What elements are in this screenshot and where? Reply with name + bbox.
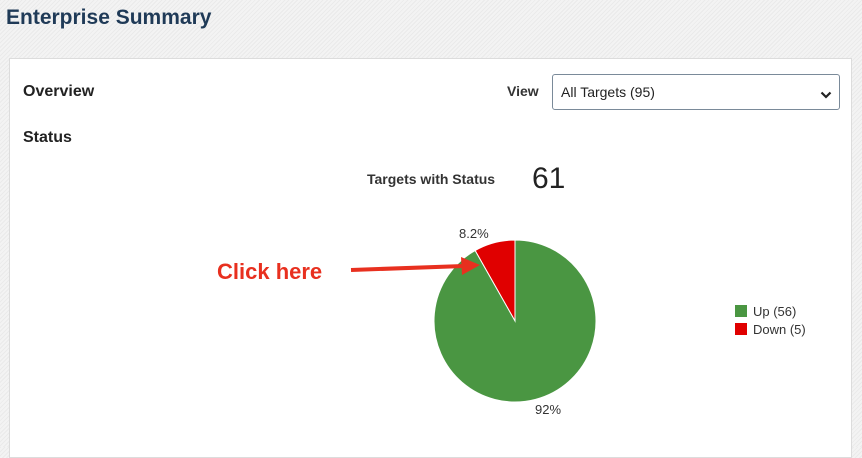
legend-swatch-down (735, 323, 747, 335)
legend-swatch-up (735, 305, 747, 317)
pie-slice-label-down: 8.2% (459, 226, 489, 241)
chart-legend: Up (56) Down (5) (735, 304, 806, 340)
status-pie-chart (350, 239, 597, 403)
legend-label-down: Down (5) (753, 322, 806, 337)
legend-item-down[interactable]: Down (5) (735, 322, 806, 340)
annotation-text: Click here (217, 259, 323, 284)
page-title: Enterprise Summary (6, 6, 212, 29)
legend-label-up: Up (56) (753, 304, 797, 319)
legend-item-up[interactable]: Up (56) (735, 304, 806, 322)
enterprise-summary-panel: Overview View All Targets (95) Status Ta… (9, 58, 852, 458)
pie-slice-label-up: 92% (535, 402, 562, 417)
